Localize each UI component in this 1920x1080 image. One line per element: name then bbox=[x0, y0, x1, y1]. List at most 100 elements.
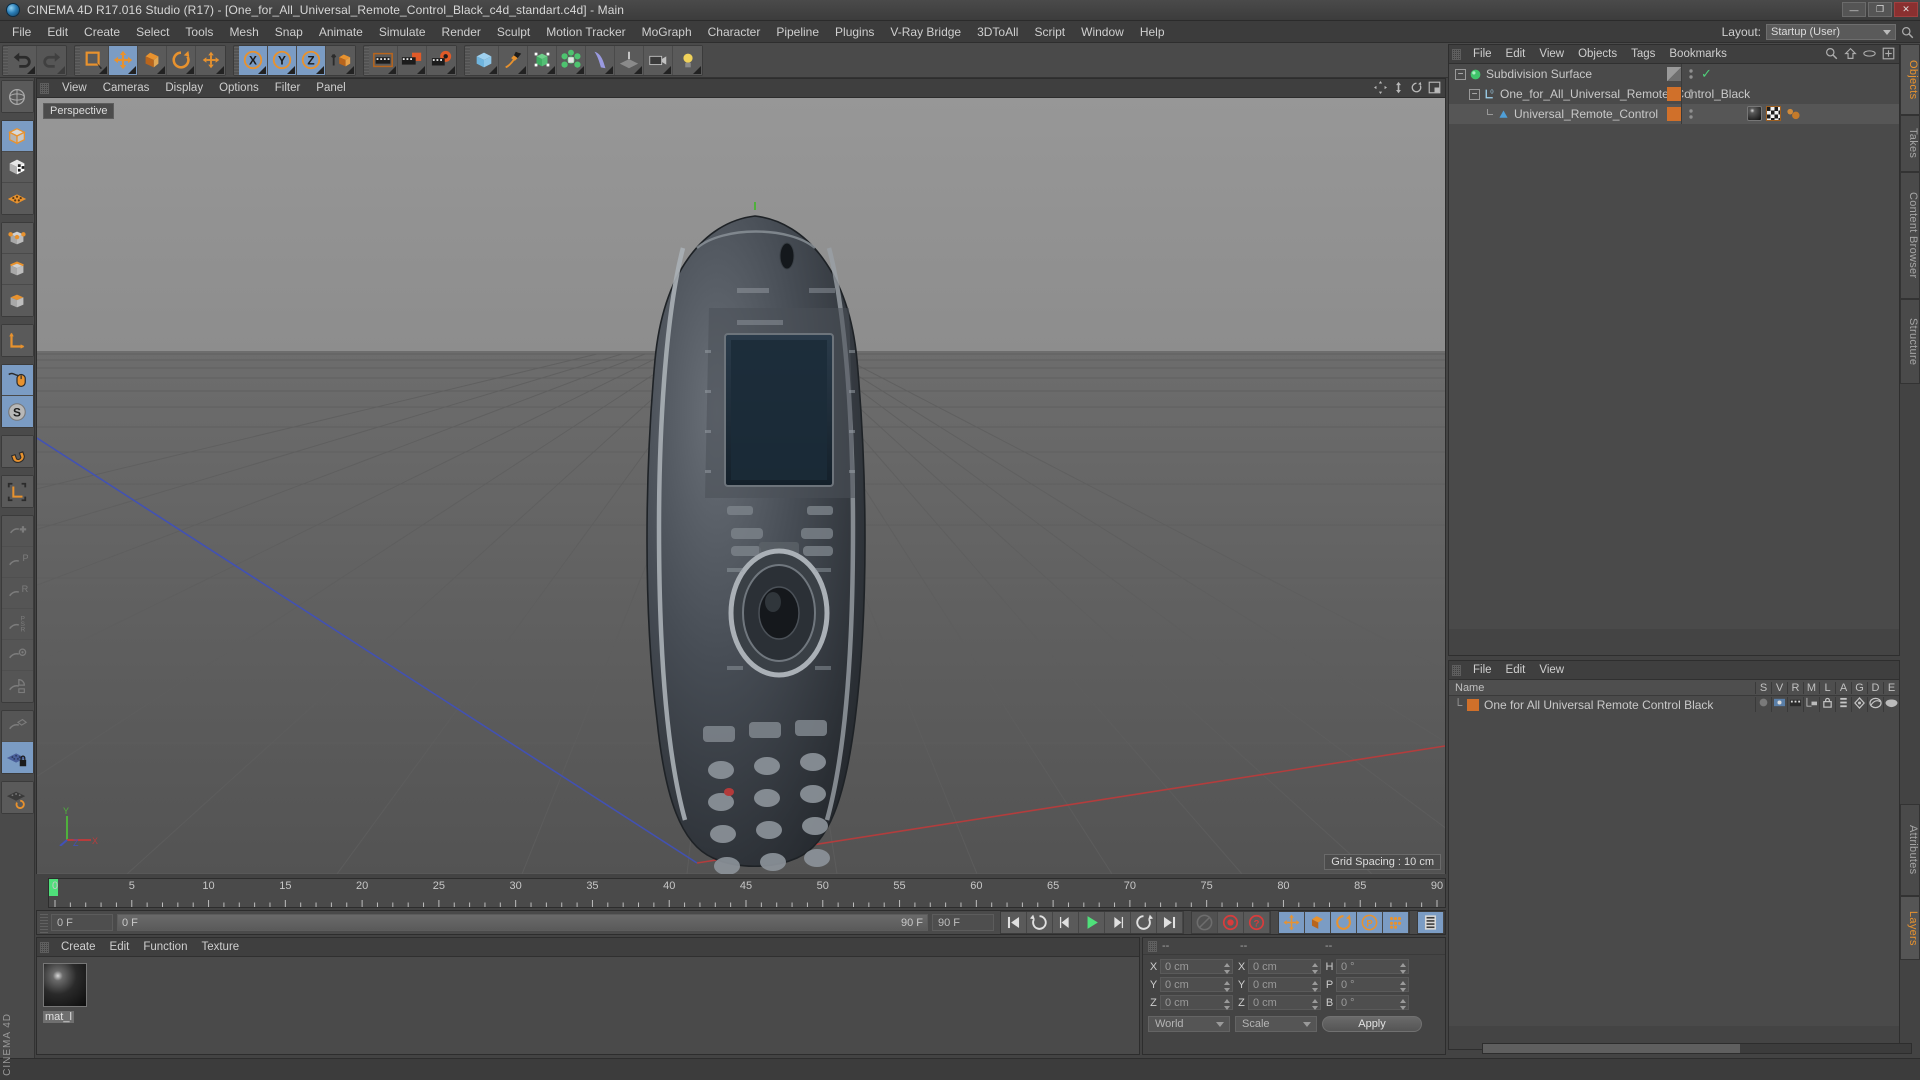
object-display-tag[interactable] bbox=[1667, 87, 1681, 101]
rotation-field[interactable]: 0 ° bbox=[1336, 995, 1409, 1010]
menu-item-script[interactable]: Script bbox=[1026, 22, 1073, 42]
layer-row[interactable]: └ One for All Universal Remote Control Bl… bbox=[1449, 696, 1899, 713]
go-to-start-icon[interactable] bbox=[1001, 912, 1027, 933]
menu-item-panel[interactable]: Panel bbox=[308, 80, 353, 96]
edges-mode-icon[interactable] bbox=[1, 254, 33, 285]
menu-item-help[interactable]: Help bbox=[1132, 22, 1173, 42]
move-alt-icon[interactable] bbox=[196, 45, 225, 75]
render-to-picture-viewer-icon[interactable] bbox=[398, 45, 427, 75]
search-icon[interactable] bbox=[1825, 47, 1838, 60]
key-scale-icon[interactable] bbox=[1305, 912, 1331, 933]
size-field[interactable]: 0 cm bbox=[1248, 995, 1321, 1010]
menu-item-character[interactable]: Character bbox=[700, 22, 769, 42]
size-field[interactable]: 0 cm bbox=[1248, 959, 1321, 974]
layer-deformer-toggle[interactable] bbox=[1867, 697, 1883, 712]
menu-item-create[interactable]: Create bbox=[54, 939, 103, 955]
model-mode-icon[interactable] bbox=[1, 121, 33, 152]
menu-item-objects[interactable]: Objects bbox=[1571, 46, 1624, 62]
deformer-bend-icon[interactable] bbox=[586, 45, 615, 75]
eye-icon[interactable] bbox=[1863, 47, 1876, 60]
menu-item-file[interactable]: File bbox=[4, 22, 39, 42]
timeline-mode-icon[interactable] bbox=[1418, 912, 1444, 933]
menu-item-function[interactable]: Function bbox=[136, 939, 194, 955]
panel-grip-icon[interactable] bbox=[1452, 664, 1461, 676]
object-row[interactable]: Universal_Remote_Control bbox=[1449, 104, 1899, 124]
layer-expression-toggle[interactable] bbox=[1883, 697, 1899, 712]
viewport-mouse-icon[interactable] bbox=[1, 365, 33, 396]
scale-camera-icon[interactable] bbox=[1392, 81, 1405, 94]
uvw-tag-icon[interactable] bbox=[1766, 106, 1781, 124]
z-axis-icon[interactable]: Z bbox=[297, 45, 326, 75]
menu-item-tools[interactable]: Tools bbox=[177, 22, 221, 42]
layer-manager-toggle[interactable] bbox=[1803, 697, 1819, 712]
render-view-icon[interactable] bbox=[369, 45, 398, 75]
undo-icon[interactable] bbox=[8, 45, 37, 75]
record-active-objects-icon[interactable] bbox=[1218, 912, 1244, 933]
menu-item-edit[interactable]: Edit bbox=[103, 939, 137, 955]
menu-item-view[interactable]: View bbox=[1532, 662, 1571, 678]
render-settings-icon[interactable] bbox=[427, 45, 456, 75]
texture-mode-icon[interactable] bbox=[1, 152, 33, 183]
menu-item-file[interactable]: File bbox=[1466, 662, 1499, 678]
scale-mode-dropdown[interactable]: Scale bbox=[1235, 1016, 1317, 1032]
previous-keyframe-icon[interactable] bbox=[1027, 912, 1053, 933]
cube-primitive-icon[interactable] bbox=[470, 45, 499, 75]
key-rotation-icon[interactable] bbox=[1331, 912, 1357, 933]
spinner-icon[interactable] bbox=[1400, 963, 1406, 974]
vtab-layers[interactable]: Layers bbox=[1900, 896, 1920, 960]
search-icon[interactable] bbox=[1901, 26, 1914, 39]
panel-grip-icon[interactable] bbox=[40, 82, 49, 94]
world-object-coordinate-icon[interactable] bbox=[326, 45, 355, 75]
menu-item-bookmarks[interactable]: Bookmarks bbox=[1662, 46, 1734, 62]
object-display-tag[interactable] bbox=[1667, 107, 1681, 121]
array-mograph-icon[interactable] bbox=[557, 45, 586, 75]
close-button[interactable]: ✕ bbox=[1894, 2, 1918, 17]
menu-item-options[interactable]: Options bbox=[211, 80, 267, 96]
material-tag-icon[interactable] bbox=[1747, 106, 1762, 124]
object-row[interactable]: − 0 One_for_All_Universal_Remote_Control_B… bbox=[1449, 84, 1899, 104]
layer-generator-toggle[interactable] bbox=[1851, 697, 1867, 712]
material-item[interactable]: mat_l bbox=[43, 963, 89, 1023]
viewport-3d-canvas[interactable]: Perspective Y X Z Grid Spacing: 10 cm bbox=[37, 98, 1445, 874]
spline-pen-icon[interactable] bbox=[499, 45, 528, 75]
timeline-ruler-panel[interactable]: 0 5 10 15 20 25 30 35 40 45 50 55 60 65 70 75 80 85 90 bbox=[48, 878, 1446, 908]
menu-item-edit[interactable]: Edit bbox=[1499, 662, 1533, 678]
vtab-objects[interactable]: Objects bbox=[1900, 44, 1920, 115]
next-keyframe-icon[interactable] bbox=[1131, 912, 1157, 933]
step-back-icon[interactable] bbox=[1053, 912, 1079, 933]
menu-item-file[interactable]: File bbox=[1466, 46, 1499, 62]
magnet-tool-icon[interactable] bbox=[1, 436, 33, 467]
phong-tag-icon[interactable] bbox=[1785, 106, 1801, 124]
anim-current-frame-field[interactable]: 0 F bbox=[51, 914, 113, 931]
vtab-structure[interactable]: Structure bbox=[1900, 299, 1920, 384]
layer-visible-toggle[interactable] bbox=[1771, 697, 1787, 712]
key-position-icon[interactable] bbox=[1279, 912, 1305, 933]
panel-grip-icon[interactable] bbox=[1452, 48, 1461, 60]
rotation-field[interactable]: 0 ° bbox=[1336, 977, 1409, 992]
coordinate-system-dropdown[interactable]: World bbox=[1148, 1016, 1230, 1032]
maximize-button[interactable]: ❐ bbox=[1868, 2, 1892, 17]
layer-render-toggle[interactable] bbox=[1787, 697, 1803, 712]
key-pla-icon[interactable] bbox=[1383, 912, 1409, 933]
scale-tool-icon[interactable] bbox=[138, 45, 167, 75]
maximize-viewport-icon[interactable] bbox=[1428, 81, 1441, 94]
size-field[interactable]: 0 cm bbox=[1248, 977, 1321, 992]
object-manager-tree[interactable]: − Subdivision Surface ✓ −0 One_for_All_Unive… bbox=[1449, 64, 1899, 629]
y-axis-icon[interactable]: Y bbox=[268, 45, 297, 75]
environment-floor-icon[interactable] bbox=[615, 45, 644, 75]
tree-expander-icon[interactable]: − bbox=[1455, 68, 1466, 80]
menu-item-edit[interactable]: Edit bbox=[1499, 46, 1533, 62]
vtab-takes[interactable]: Takes bbox=[1900, 115, 1920, 172]
menu-item-3dtoall[interactable]: 3DToAll bbox=[969, 22, 1026, 42]
spinner-icon[interactable] bbox=[1400, 999, 1406, 1010]
workplane-lock-icon[interactable] bbox=[1, 742, 33, 773]
menu-item-snap[interactable]: Snap bbox=[267, 22, 311, 42]
autokeying-icon[interactable]: ? bbox=[1244, 912, 1270, 933]
viewport-globe-icon[interactable] bbox=[1, 81, 33, 112]
menu-item-simulate[interactable]: Simulate bbox=[371, 22, 434, 42]
spinner-icon[interactable] bbox=[1224, 999, 1230, 1010]
panel-grip-icon[interactable] bbox=[1148, 940, 1157, 952]
horizontal-scrollbar[interactable] bbox=[1482, 1043, 1912, 1054]
menu-item-select[interactable]: Select bbox=[128, 22, 177, 42]
layer-color-swatch[interactable] bbox=[1467, 698, 1479, 711]
